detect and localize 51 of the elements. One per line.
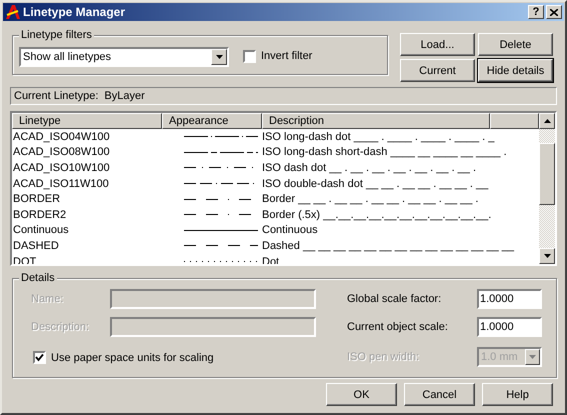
checkbox[interactable] xyxy=(243,50,256,62)
down-arrow-icon xyxy=(544,254,550,258)
column-header[interactable]: Linetype xyxy=(12,113,162,129)
current-linetype-value: ByLayer xyxy=(104,90,145,102)
field-label: Global scale factor: xyxy=(347,293,442,305)
group-label: Linetype filters xyxy=(19,29,94,42)
table-cell: Border __ __ . __ __ . __ __ . __ __ . __ __ . xyxy=(262,193,478,206)
close-button[interactable] xyxy=(546,5,562,19)
dialog-button[interactable]: Delete xyxy=(478,33,553,56)
table-cell-text: BORDER2 xyxy=(12,208,68,221)
scroll-thumb[interactable] xyxy=(539,143,555,205)
checkbox-label: Invert filter xyxy=(261,50,312,62)
table-cell-text: DASHED xyxy=(12,240,60,252)
window-title: Linetype Manager xyxy=(23,5,126,19)
scrollbar[interactable] xyxy=(539,113,555,264)
table-cell-text: ACAD_ISO10W100 xyxy=(12,162,111,174)
close-icon xyxy=(550,8,558,16)
column-header[interactable]: Appearance xyxy=(162,113,262,129)
help-button[interactable]: ? xyxy=(528,5,544,19)
dialog-button[interactable]: Cancel xyxy=(404,383,475,406)
table-cell-text: ACAD_ISO04W100 xyxy=(12,130,111,143)
table-cell-text: BORDER xyxy=(12,193,62,206)
table-cell: ISO long-dash short-dash ____ __ ____ __ ____ . xyxy=(262,146,507,158)
scroll-up-button[interactable] xyxy=(539,113,555,129)
dialog-button[interactable]: OK xyxy=(326,383,397,406)
current-linetype-label: Current Linetype: xyxy=(14,90,98,102)
checkbox-label: Use paper space units for scaling xyxy=(51,352,214,364)
object-scale-field[interactable]: 1.0000 xyxy=(477,317,542,337)
up-arrow-icon xyxy=(544,119,550,123)
dialog-button[interactable]: Current xyxy=(400,59,475,82)
dropdown-arrow-icon xyxy=(529,355,536,359)
table-cell: ISO dash dot __ . __ . __ . __ . __ . __ . __ . xyxy=(262,162,476,174)
column-header[interactable]: Description xyxy=(262,113,490,129)
linetype-filter-dropdown[interactable]: Show all linetypes xyxy=(19,47,229,67)
dialog-button[interactable]: Help xyxy=(482,383,553,406)
checkbox[interactable] xyxy=(33,351,46,364)
dialog-button[interactable]: Hide details xyxy=(478,59,553,82)
dialog-button[interactable]: Load... xyxy=(400,33,475,56)
dropdown-arrow-icon xyxy=(216,55,222,59)
table-cell-text: ACAD_ISO08W100 xyxy=(12,146,111,158)
field-label: Current object scale: xyxy=(347,321,448,333)
scroll-down-button[interactable] xyxy=(539,248,555,264)
app-logo-icon xyxy=(5,4,21,20)
table-cell-text: ACAD_ISO11W100 xyxy=(12,178,110,190)
global-scale-field[interactable]: 1.0000 xyxy=(477,289,542,309)
table-cell: ISO long-dash dot ____ . ____ . ____ . ____ . _ xyxy=(262,130,494,143)
table-cell: ISO double-dash dot __ __ . __ __ . __ __ . __ xyxy=(262,178,488,190)
table-cell: Dashed __ __ __ __ __ __ __ __ __ __ __ __ __ __ xyxy=(262,240,514,252)
table-cell-text: Continuous xyxy=(12,224,70,236)
table-cell: Continuous xyxy=(262,224,318,236)
table-cell: Border (.5x) __.__.__.__.__.__.__.__.__.__.__. xyxy=(262,208,492,221)
